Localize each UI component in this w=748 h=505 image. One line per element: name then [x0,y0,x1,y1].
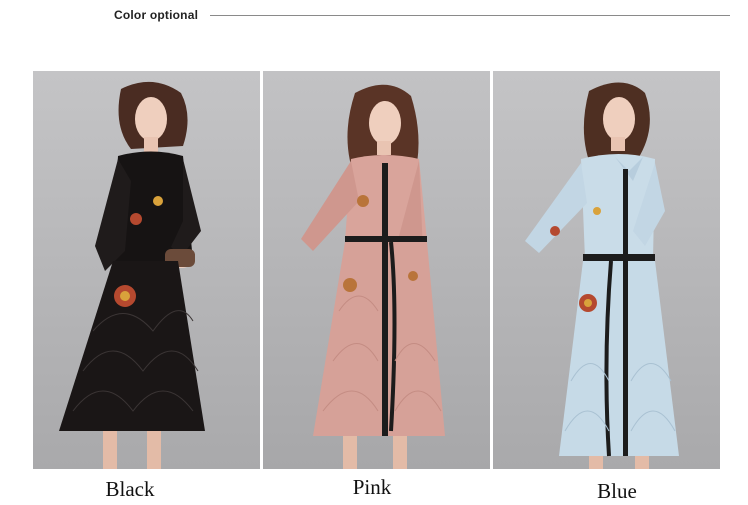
product-color-options: Color optional Black Pink Blue [0,0,748,505]
section-title: Color optional [114,8,199,22]
product-photo-pink[interactable] [263,71,490,469]
color-label-black: Black [105,477,155,501]
product-photo-black[interactable] [33,71,260,469]
color-label-pink: Pink [352,475,392,499]
product-photo-blue[interactable] [493,71,720,469]
header-divider [210,15,730,16]
color-label-blue: Blue [597,479,637,503]
